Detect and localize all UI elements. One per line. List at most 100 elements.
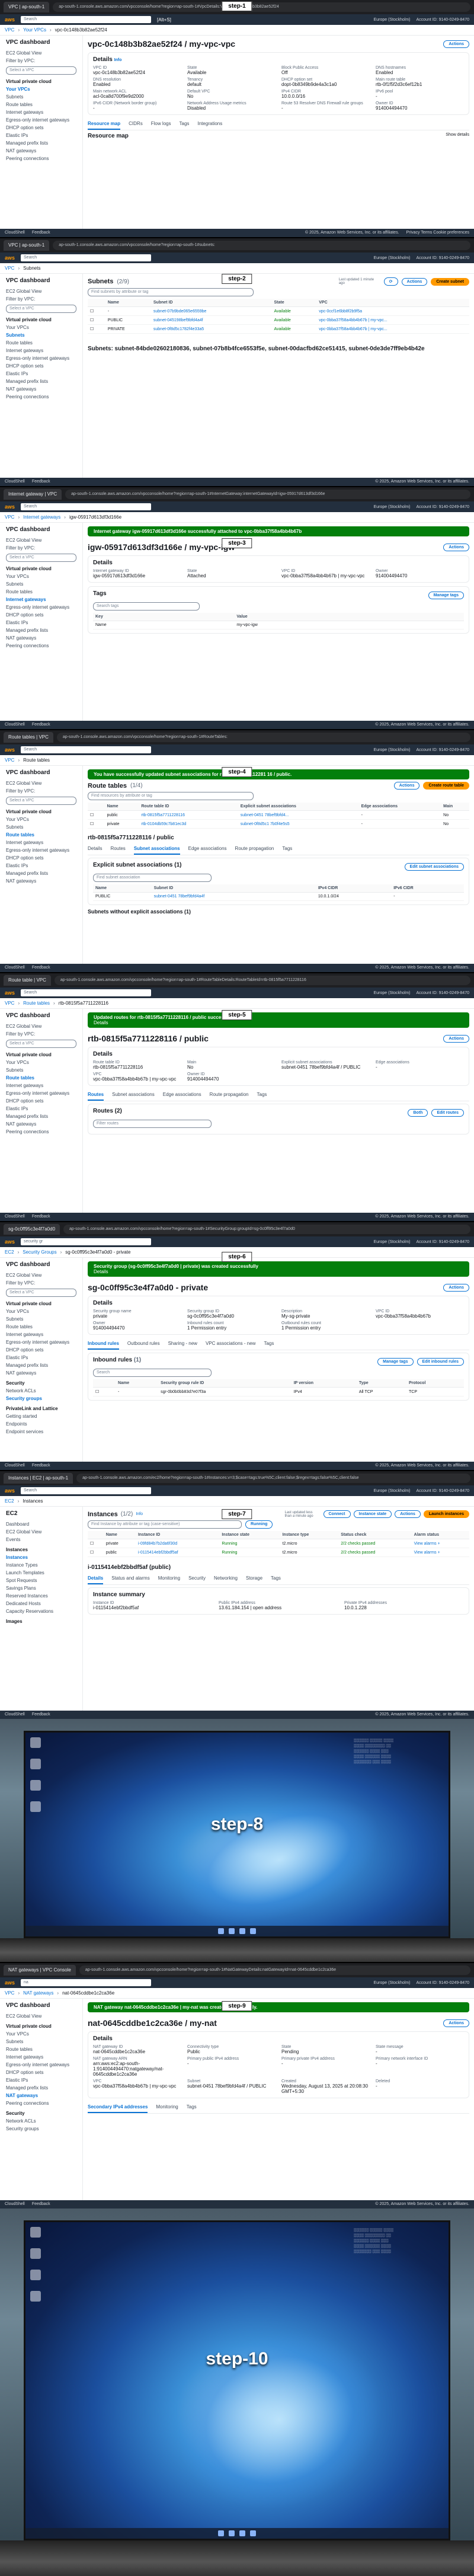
start-icon[interactable] (218, 2530, 224, 2536)
account-menu[interactable]: Account ID: 9140-0249-8470 (416, 748, 469, 752)
cloudshell-button[interactable]: CloudShell (5, 1462, 25, 1470)
filter-routes-input[interactable]: Filter routes (93, 1120, 212, 1128)
tab-routes[interactable]: Routes (110, 843, 125, 855)
row-checkbox[interactable]: ☐ (88, 324, 105, 334)
tab-tags[interactable]: Tags (264, 1338, 274, 1350)
region-selector[interactable]: Europe (Stockholm) (374, 991, 411, 995)
account-menu[interactable]: Account ID: 9140-0249-8470 (416, 991, 469, 995)
row-checkbox[interactable]: ☐ (88, 819, 105, 829)
sidebar-item-route-tables[interactable]: Route tables (6, 2046, 76, 2053)
breadcrumb-ec2[interactable]: EC2 (5, 1249, 14, 1255)
account-menu[interactable]: Account ID: 9140-0249-8470 (416, 1489, 469, 1493)
search-input[interactable]: Search (21, 254, 152, 261)
sidebar-item-route-tables[interactable]: Route tables (6, 101, 76, 108)
sidebar-item-your-vpcs[interactable]: Your VPCs (6, 1059, 76, 1066)
row-checkbox[interactable]: ☐ (88, 306, 105, 316)
tab-networking[interactable]: Networking (214, 1573, 238, 1584)
cell-alarm[interactable]: View alarms + (411, 1539, 469, 1548)
launch-instances-button[interactable]: Launch instances (423, 1510, 469, 1518)
cloudshell-button[interactable]: CloudShell (5, 721, 25, 729)
sidebar-item-dhcp[interactable]: DHCP option sets (6, 611, 76, 619)
sidebar-item-launch-templates[interactable]: Launch Templates (6, 1569, 76, 1577)
tab-security[interactable]: Security (188, 1573, 206, 1584)
sidebar-item-elastic-ips[interactable]: Elastic IPs (6, 132, 76, 139)
browser-tab[interactable]: Internet gateway | VPC (4, 489, 62, 500)
actions-button[interactable]: Actions (443, 1283, 469, 1292)
sidebar-item-internet-gateways[interactable]: Internet gateways (6, 1082, 76, 1089)
sidebar-item-ec2-global-view[interactable]: EC2 Global View (6, 1271, 76, 1279)
col-instance-state[interactable]: Instance state (219, 1531, 280, 1539)
sidebar-item-prefix-lists[interactable]: Managed prefix lists (6, 627, 76, 634)
cell-id[interactable]: rtb-0104db59c7b81ec3d (139, 819, 238, 829)
actions-button[interactable]: Actions (443, 543, 469, 551)
sidebar-item-getting-started[interactable]: Getting started (6, 1412, 76, 1420)
aws-logo[interactable]: aws (5, 504, 15, 510)
taskbar-app-icon[interactable] (229, 2530, 235, 2536)
actions-button[interactable]: Actions (393, 782, 420, 790)
sidebar-item-security-groups[interactable]: Security groups (6, 1395, 76, 1402)
table-row[interactable]: ☐ private rtb-0104db59c7b81ec3d subnet-0f8d… (88, 819, 469, 829)
sidebar-item-security-groups[interactable]: Security groups (6, 2125, 76, 2133)
sidebar-item-egress-gateways[interactable]: Egress-only internet gateways (6, 603, 76, 611)
search-input[interactable]: security gr (21, 1238, 152, 1245)
flash-details-link[interactable]: Details (94, 1269, 108, 1274)
cell-subnets[interactable]: subnet-0451 78bef9bfd4... (238, 810, 359, 820)
region-selector[interactable]: Europe (Stockholm) (374, 18, 411, 22)
sidebar-item-nat-gateways[interactable]: NAT gateways (6, 1369, 76, 1377)
sidebar-item-subnets[interactable]: Subnets (6, 93, 76, 101)
tab-integrations[interactable]: Integrations (197, 119, 222, 130)
sidebar-item-route-tables[interactable]: Route tables (6, 339, 76, 347)
edit-inbound-rules-button[interactable]: Edit inbound rules (417, 1357, 464, 1366)
aws-logo[interactable]: aws (5, 255, 15, 261)
vpc-filter-select[interactable]: Select a VPC (6, 66, 76, 75)
cell-id[interactable]: subnet-045198bef9bfd4a4f (150, 315, 272, 325)
sidebar-item-egress-gateways[interactable]: Egress-only internet gateways (6, 2061, 76, 2069)
col-ip-version[interactable]: IP version (291, 1379, 357, 1388)
breadcrumb-vpc[interactable]: VPC (5, 266, 14, 271)
col-type[interactable]: Type (356, 1379, 407, 1388)
actions-button[interactable]: Actions (443, 40, 469, 48)
taskbar-app-icon[interactable] (250, 1928, 256, 1934)
col-route-table-id[interactable]: Route table ID (139, 803, 238, 811)
sidebar-item-dhcp[interactable]: DHCP option sets (6, 1346, 76, 1354)
sidebar-title[interactable]: VPC dashboard (6, 526, 76, 533)
breadcrumb-vpc[interactable]: VPC (5, 514, 14, 520)
feedback-button[interactable]: Feedback (32, 2200, 50, 2209)
desktop-icon[interactable] (30, 2270, 41, 2280)
cell-vpc[interactable]: vpc-0ccf1e6bb8f2b9f5a (316, 306, 469, 316)
sidebar-item-nat-gateways[interactable]: NAT gateways (6, 877, 76, 885)
sidebar-item-elastic-ips[interactable]: Elastic IPs (6, 862, 76, 870)
cloudshell-button[interactable]: CloudShell (5, 2200, 25, 2209)
sidebar-item-dhcp[interactable]: DHCP option sets (6, 1097, 76, 1105)
search-input[interactable]: Search (21, 503, 152, 510)
col-edge[interactable]: Edge associations (358, 803, 441, 811)
sidebar-item-your-vpcs[interactable]: Your VPCs (6, 85, 76, 93)
feedback-button[interactable]: Feedback (32, 1213, 50, 1221)
breadcrumb-vpc[interactable]: VPC (5, 1001, 14, 1006)
sidebar-group-vpc[interactable]: Virtual private cloud (6, 1300, 76, 1308)
find-association-input[interactable]: Find subnet association (93, 874, 212, 882)
sidebar-item-ec2-global-view[interactable]: EC2 Global View (6, 1022, 76, 1030)
row-checkbox[interactable]: ☐ (93, 1387, 116, 1396)
feedback-button[interactable]: Feedback (32, 964, 50, 972)
tab-flow-logs[interactable]: Flow logs (151, 119, 171, 130)
sidebar-item-ec2-global-view[interactable]: EC2 Global View (6, 536, 76, 544)
sidebar-item-your-vpcs[interactable]: Your VPCs (6, 2030, 76, 2038)
sidebar-group-instances[interactable]: Instances (6, 1546, 76, 1554)
account-menu[interactable]: Account ID: 9140-0249-8470 (416, 505, 469, 509)
assoc-subnet-id[interactable]: subnet-0451 78bef9bfd4a4f (151, 892, 316, 901)
sidebar-item-subnets[interactable]: Subnets (6, 331, 76, 339)
actions-button[interactable]: Actions (443, 1034, 469, 1043)
vpc-filter-select[interactable]: Select a VPC (6, 1289, 76, 1297)
breadcrumb-route-tables[interactable]: Route tables (23, 1001, 50, 1006)
col-subnet-id[interactable]: Subnet ID (151, 884, 316, 893)
row-checkbox[interactable]: ☐ (88, 810, 105, 820)
sidebar-group-vpc[interactable]: Virtual private cloud (6, 78, 76, 85)
cloudshell-button[interactable]: CloudShell (5, 1213, 25, 1221)
col-status-check[interactable]: Status check (338, 1531, 412, 1539)
show-details-toggle[interactable]: Show details (446, 133, 469, 139)
sidebar-item-ec2-global-view[interactable]: EC2 Global View (6, 779, 76, 787)
sidebar-item-subnets[interactable]: Subnets (6, 2038, 76, 2046)
browser-tab[interactable]: sg-0c0ff95c3e4f7a0d0 (4, 1224, 60, 1235)
sidebar-item-internet-gateways[interactable]: Internet gateways (6, 2053, 76, 2061)
